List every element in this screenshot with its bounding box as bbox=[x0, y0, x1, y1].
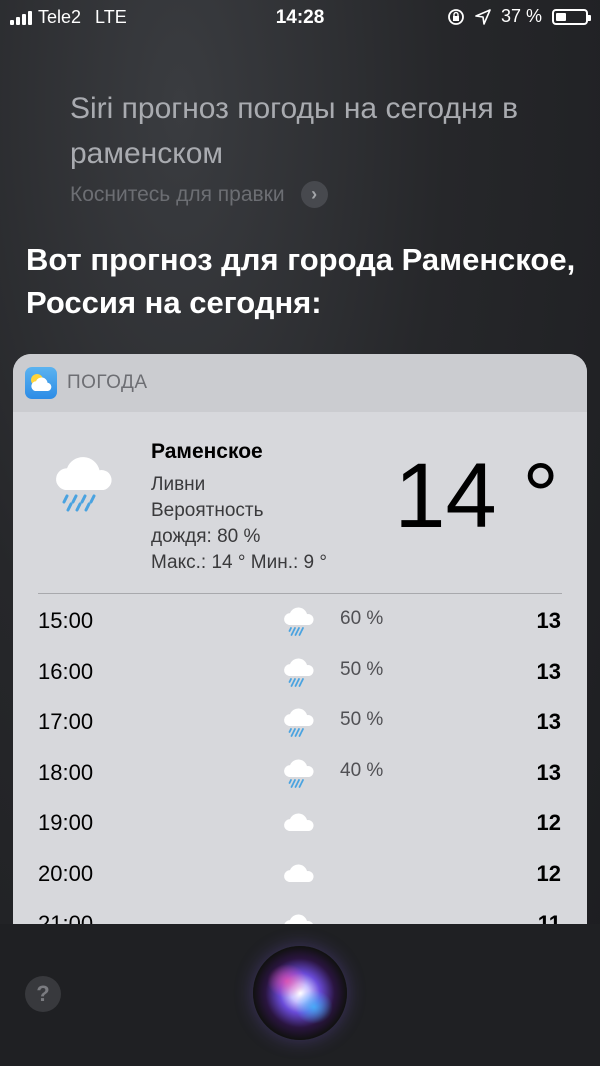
siri-bottom-bar: ? bbox=[0, 924, 600, 1066]
battery-icon bbox=[552, 8, 591, 25]
min-max-temp: Макс.: 14 ° Мин.: 9 ° bbox=[151, 552, 327, 573]
current-temperature: 14 ° bbox=[394, 445, 559, 547]
rain-percent: 50 % bbox=[340, 658, 384, 680]
weather-card[interactable]: ПОГОДА Раменское Ливни Вероятность дождя… bbox=[13, 354, 587, 924]
weather-details: Ливни Вероятность дождя: 80 % Макс.: 14 … bbox=[151, 472, 327, 576]
hour-temp: 13 bbox=[536, 608, 561, 633]
hour-time: 18:00 bbox=[38, 759, 94, 785]
hour-temp: 12 bbox=[536, 860, 561, 886]
rain-cloud-icon bbox=[284, 759, 314, 788]
hour-row: 19:00 12 bbox=[13, 798, 587, 849]
rain-cloud-icon bbox=[284, 607, 314, 636]
weather-app-icon bbox=[25, 367, 57, 399]
tap-to-edit-label[interactable]: Коснитесь для правки bbox=[70, 183, 285, 207]
rain-percent: 50 % bbox=[340, 709, 384, 730]
cloud-icon bbox=[284, 813, 314, 831]
hour-temp: 13 bbox=[536, 709, 561, 734]
hour-temp: 13 bbox=[536, 658, 561, 684]
cloud-icon bbox=[284, 914, 313, 924]
hour-time: 15:00 bbox=[38, 608, 94, 633]
chevron-right-icon[interactable]: › bbox=[300, 181, 328, 208]
rain-cloud-icon bbox=[56, 457, 112, 512]
hour-time: 19:00 bbox=[38, 810, 94, 835]
status-right: 37 % bbox=[447, 6, 591, 27]
hour-time: 16:00 bbox=[38, 658, 94, 684]
hourly-list: 15:00 60 % 13 16:00 50 % 13 17:00 50 % 1… bbox=[13, 594, 587, 924]
hour-row: 17:00 50 % 13 bbox=[13, 697, 587, 748]
hour-temp: 12 bbox=[536, 810, 561, 835]
hour-row: 21:00 11 bbox=[13, 899, 587, 924]
rain-percent: 60 % bbox=[340, 608, 384, 629]
siri-orb-button[interactable] bbox=[253, 946, 347, 1040]
hour-row: 16:00 50 % 13 bbox=[13, 647, 587, 698]
condition-text: Ливни bbox=[151, 474, 206, 495]
city-name: Раменское bbox=[151, 440, 263, 463]
rain-probability-value: дождя: 80 % bbox=[151, 526, 261, 547]
status-bar: Tele2 LTE 14:28 37 % bbox=[0, 0, 600, 36]
card-header: ПОГОДА bbox=[13, 354, 587, 412]
hour-time: 20:00 bbox=[38, 860, 94, 886]
hour-temp: 11 bbox=[537, 911, 561, 924]
rain-percent: 40 % bbox=[340, 759, 384, 781]
divider bbox=[38, 593, 562, 594]
siri-query-text[interactable]: Siri прогноз погоды на сегодня в раменск… bbox=[70, 86, 580, 176]
hour-time: 17:00 bbox=[38, 709, 94, 734]
tap-to-edit[interactable]: Коснитесь для правки › bbox=[70, 181, 328, 208]
rain-cloud-icon bbox=[284, 658, 314, 687]
current-weather: Раменское Ливни Вероятность дождя: 80 % … bbox=[13, 412, 587, 594]
help-button[interactable]: ? bbox=[25, 976, 61, 1012]
location-arrow-icon bbox=[475, 8, 491, 25]
app-name: ПОГОДА bbox=[67, 372, 148, 393]
cloud-icon bbox=[284, 864, 314, 882]
hour-time: 21:00 bbox=[38, 911, 94, 924]
hour-row: 18:00 40 % 13 bbox=[13, 748, 587, 799]
rotation-lock-icon bbox=[448, 8, 464, 25]
hour-temp: 13 bbox=[536, 759, 561, 785]
rain-cloud-icon bbox=[284, 708, 314, 737]
hour-row: 20:00 12 bbox=[13, 849, 587, 900]
rain-probability-label: Вероятность bbox=[151, 500, 264, 521]
hour-row: 15:00 60 % 13 bbox=[13, 596, 587, 647]
siri-answer-text: Вот прогноз для города Раменское, Россия… bbox=[26, 242, 576, 320]
battery-percent: 37 % bbox=[500, 6, 542, 26]
